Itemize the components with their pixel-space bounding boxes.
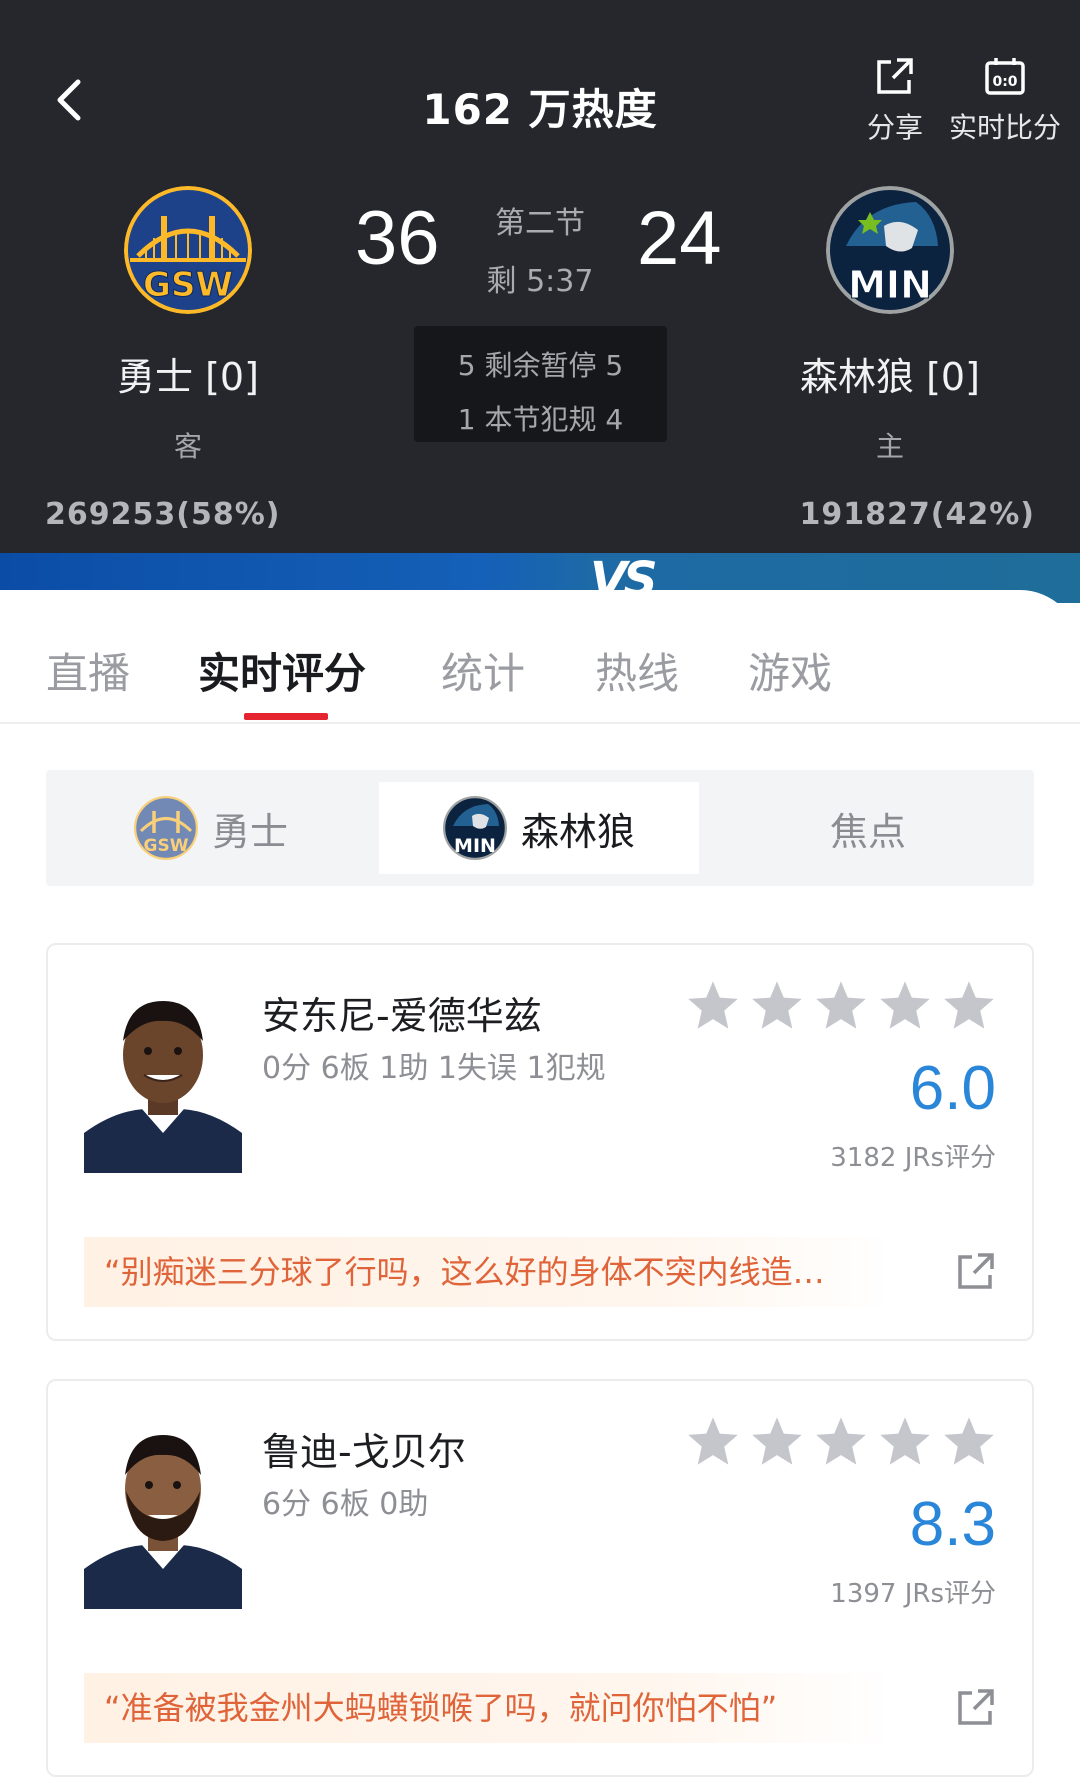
away-support-votes[interactable]: 269253(58%): [45, 497, 280, 532]
star-icon[interactable]: [686, 979, 740, 1031]
svg-text:GSW: GSW: [144, 836, 189, 856]
star-icon[interactable]: [878, 979, 932, 1031]
star-icon[interactable]: [814, 1415, 868, 1467]
hot-comment[interactable]: “准备被我金州大蚂蟥锁喉了吗，就问你怕不怕”: [84, 1673, 894, 1743]
svg-text:GSW: GSW: [143, 265, 233, 305]
subtab-warriors[interactable]: GSW 勇士: [46, 782, 376, 874]
open-comment-button[interactable]: [956, 1687, 996, 1731]
timeouts-fouls-box: 5 剩余暂停 5 1 本节犯规 4: [414, 326, 667, 442]
game-period: 第二节 剩 5:37: [440, 198, 640, 300]
player-rating: 8.3: [909, 1490, 996, 1559]
min-mini-logo: MIN: [442, 796, 507, 860]
scoreboard-icon: 0:0: [985, 58, 1025, 95]
player-card[interactable]: 鲁迪-戈贝尔 6分 6板 0助 8.3 1397 JRs评分 “准备被我金州大蚂…: [46, 1379, 1034, 1777]
tab-live[interactable]: 直播: [46, 640, 130, 701]
period-fouls: 1 本节犯规 4: [457, 403, 624, 436]
tab-stats[interactable]: 统计: [441, 640, 525, 701]
player-name: 鲁迪-戈贝尔: [262, 1430, 466, 1474]
tab-live-ratings[interactable]: 实时评分: [198, 640, 366, 701]
svg-text:MIN: MIN: [454, 835, 496, 857]
player-name: 安东尼-爱德华兹: [262, 994, 542, 1038]
star-icon[interactable]: [942, 979, 996, 1031]
timeouts-remaining: 5 剩余暂停 5: [457, 349, 624, 382]
subtab-timberwolves-label: 森林狼: [520, 809, 635, 854]
player-stats: 0分 6板 1助 1失误 1犯规: [262, 1051, 606, 1086]
external-link-icon: [958, 1253, 994, 1289]
gsw-mini-logo: GSW: [133, 796, 198, 860]
tab-games[interactable]: 游戏: [748, 640, 832, 701]
away-team[interactable]: GSW 勇士 [0] 客: [88, 186, 288, 465]
subtab-timberwolves[interactable]: MIN 森林狼: [379, 782, 699, 874]
team-subtabs: GSW 勇士 MIN 森林狼 焦点: [46, 770, 1034, 886]
period-label: 第二节: [495, 206, 585, 241]
share-icon: [877, 58, 913, 94]
star-icon[interactable]: [750, 1415, 804, 1467]
home-score: 24: [637, 196, 722, 281]
star-icon[interactable]: [686, 1415, 740, 1467]
star-rating-input[interactable]: [686, 1415, 996, 1467]
home-team-name: 森林狼 [0]: [800, 355, 980, 399]
live-score-label: 实时比分: [948, 111, 1061, 144]
rating-count: 3182 JRs评分: [830, 1143, 996, 1173]
star-icon[interactable]: [814, 979, 868, 1031]
star-icon[interactable]: [942, 1415, 996, 1467]
active-tab-indicator: [244, 713, 328, 720]
live-score-button[interactable]: 0:0 实时比分: [940, 56, 1070, 146]
game-header: 162 万热度 分享 0:0 实时比分 GSW 勇士 [0] 客 36 第二节 …: [0, 0, 1080, 555]
player-photo: [84, 983, 242, 1173]
star-rating-input[interactable]: [686, 979, 996, 1031]
home-support-votes[interactable]: 191827(42%): [800, 497, 1035, 532]
subtab-focus-label: 焦点: [829, 809, 906, 854]
main-tabs: 直播 实时评分 统计 热线 游戏: [0, 640, 1080, 724]
subtab-focus[interactable]: 焦点: [702, 782, 1034, 874]
away-team-name: 勇士 [0]: [117, 355, 259, 399]
min-logo: MIN: [826, 186, 954, 314]
hot-comment[interactable]: “别痴迷三分球了行吗，这么好的身体不突内线造…: [84, 1237, 894, 1307]
open-comment-button[interactable]: [956, 1251, 996, 1295]
game-clock: 剩 5:37: [486, 264, 594, 299]
home-side-label: 主: [875, 430, 904, 463]
svg-text:MIN: MIN: [848, 263, 932, 307]
away-side-label: 客: [173, 430, 202, 463]
star-icon[interactable]: [750, 979, 804, 1031]
player-stats: 6分 6板 0助: [262, 1487, 429, 1522]
player-card[interactable]: 安东尼-爱德华兹 0分 6板 1助 1失误 1犯规 6.0 3182 JRs评分…: [46, 943, 1034, 1341]
player-photo: [84, 1419, 242, 1609]
subtab-warriors-label: 勇士: [211, 809, 288, 854]
external-link-icon: [958, 1689, 994, 1725]
svg-text:0:0: 0:0: [992, 74, 1017, 90]
tab-hotline[interactable]: 热线: [595, 640, 679, 701]
home-team[interactable]: MIN 森林狼 [0] 主: [790, 186, 990, 465]
away-score: 36: [355, 196, 440, 281]
player-rating: 6.0: [909, 1054, 996, 1123]
star-icon[interactable]: [878, 1415, 932, 1467]
gsw-logo: GSW: [124, 186, 252, 314]
rating-count: 1397 JRs评分: [830, 1579, 996, 1609]
